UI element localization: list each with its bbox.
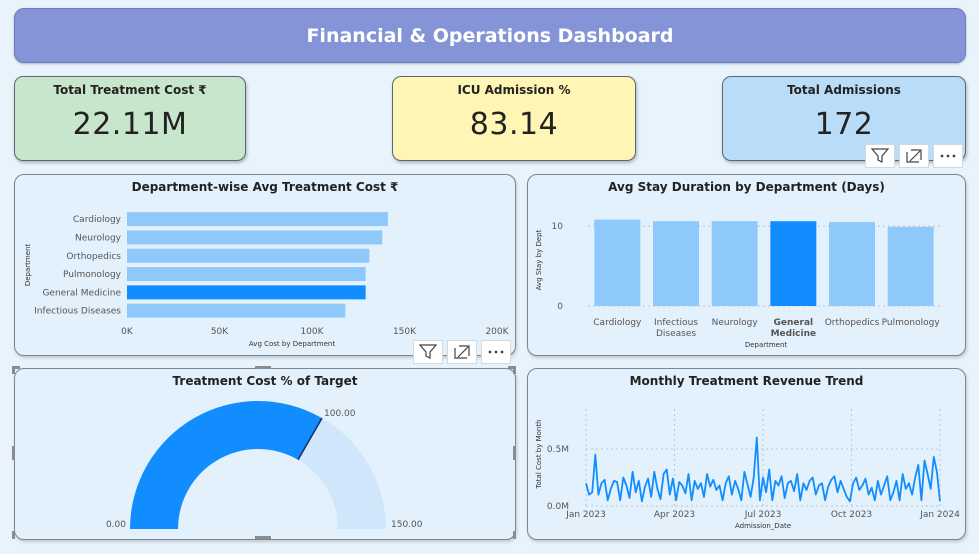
resize-handle[interactable] xyxy=(255,366,271,369)
x-tick-label: Infectious xyxy=(654,318,698,328)
bar xyxy=(127,267,366,282)
x-tick-label: Neurology xyxy=(712,318,759,328)
more-options-button[interactable] xyxy=(933,144,963,168)
bar xyxy=(127,285,366,300)
more-options-icon xyxy=(940,154,956,158)
filter-icon xyxy=(419,344,437,359)
avg-stay-chart[interactable]: Avg Stay Duration by Department (Days) 0… xyxy=(527,174,966,356)
focus-mode-button[interactable] xyxy=(899,144,929,168)
focus-mode-button[interactable] xyxy=(447,340,477,364)
resize-handle[interactable] xyxy=(12,366,15,374)
x-axis-label: Avg Cost by Department xyxy=(249,340,335,348)
more-options-button[interactable] xyxy=(481,340,511,364)
gauge-fill xyxy=(130,401,322,529)
x-tick-label: Jan 2023 xyxy=(565,510,606,520)
resize-handle[interactable] xyxy=(255,536,271,539)
hbar-svg: Cardiology Neurology Orthopedics Pulmonolog… xyxy=(24,212,510,348)
y-tick-label: General Medicine xyxy=(42,288,121,298)
resize-handle[interactable] xyxy=(513,446,516,460)
bar xyxy=(770,221,817,306)
bar xyxy=(127,212,388,227)
treatment-cost-gauge[interactable]: Treatment Cost % of Target 100.00 0.00 150… xyxy=(14,368,516,540)
x-tick-label: 0K xyxy=(121,327,134,337)
y-tick-label: Pulmonology xyxy=(63,270,122,280)
x-tick-label: 150K xyxy=(393,327,417,337)
more-options-icon xyxy=(488,350,504,354)
x-axis-label: Admission_Date xyxy=(735,522,791,530)
bar xyxy=(711,221,758,306)
gauge-target-label: 100.00 xyxy=(324,409,356,419)
filter-button[interactable] xyxy=(413,340,443,364)
resize-handle[interactable] xyxy=(12,446,15,460)
kpi-label: Total Admissions xyxy=(787,83,901,97)
x-tick-label: Orthopedics xyxy=(825,318,880,328)
filter-icon xyxy=(871,148,889,163)
visual-header-toolbar xyxy=(865,144,963,168)
x-tick-label: Medicine xyxy=(771,329,817,339)
x-tick-label: Jul 2023 xyxy=(744,510,782,520)
dept-avg-cost-chart[interactable]: Department-wise Avg Treatment Cost ₹ Car… xyxy=(14,174,516,356)
resize-handle[interactable] xyxy=(513,531,516,539)
resize-handle[interactable] xyxy=(513,366,516,374)
monthly-revenue-trend-chart[interactable]: Monthly Treatment Revenue Trend 0.0M 0.5M… xyxy=(527,368,966,540)
bar xyxy=(653,221,699,306)
x-tick-label: Pulmonology xyxy=(882,318,941,328)
focus-mode-icon xyxy=(454,345,470,359)
y-axis-label: Total Cost by Month xyxy=(535,419,543,489)
bar xyxy=(829,222,875,306)
kpi-value: 83.14 xyxy=(469,107,559,142)
x-axis-label: Department xyxy=(745,341,788,349)
y-tick-label: 10 xyxy=(552,222,564,232)
x-tick-label: 200K xyxy=(485,327,509,337)
bar xyxy=(127,303,346,318)
y-axis-label: Avg Stay by Dept xyxy=(535,229,543,290)
gauge-min-label: 0.00 xyxy=(106,520,126,530)
y-tick-label: Neurology xyxy=(75,233,122,243)
visual-header-toolbar xyxy=(413,340,511,364)
x-tick-label: Diseases xyxy=(656,329,696,339)
x-tick-label: Oct 2023 xyxy=(831,510,872,520)
x-tick-label: Apr 2023 xyxy=(654,510,695,520)
focus-mode-icon xyxy=(906,149,922,163)
x-tick-label: 100K xyxy=(300,327,324,337)
kpi-label: ICU Admission % xyxy=(457,83,571,97)
line-svg: 0.0M0.5MJan 2023 Apr 2023 Jul 2023 Oct 2023… xyxy=(535,409,960,530)
y-tick-label: Orthopedics xyxy=(66,252,121,262)
y-tick-label: 0 xyxy=(557,302,563,312)
y-tick-label: Infectious Diseases xyxy=(34,307,121,317)
y-tick-label: Cardiology xyxy=(73,215,122,225)
y-tick-label: 0.5M xyxy=(547,445,569,455)
gauge-max-label: 150.00 xyxy=(391,520,423,530)
dashboard-title: Financial & Operations Dashboard xyxy=(14,8,966,63)
resize-handle[interactable] xyxy=(12,531,15,539)
kpi-label: Total Treatment Cost ₹ xyxy=(53,83,207,97)
vbar-svg: 0 10 Cardiology InfectiousDiseases Neurology… xyxy=(535,219,941,349)
bar xyxy=(594,219,641,306)
x-tick-label: Jan 2024 xyxy=(919,510,960,520)
kpi-card-icu-admission[interactable]: ICU Admission % 83.14 xyxy=(392,76,636,161)
kpi-value: 172 xyxy=(814,107,874,142)
x-tick-label: Cardiology xyxy=(593,318,642,328)
filter-button[interactable] xyxy=(865,144,895,168)
gauge-svg: 100.00 0.00 150.00 xyxy=(106,401,423,530)
x-tick-label: General xyxy=(774,318,814,328)
y-axis-label: Department xyxy=(24,244,32,287)
bar xyxy=(127,248,370,263)
bar xyxy=(887,226,934,306)
bar xyxy=(127,230,383,245)
kpi-card-total-treatment-cost[interactable]: Total Treatment Cost ₹ 22.11M xyxy=(14,76,246,161)
x-tick-label: 50K xyxy=(211,327,229,337)
kpi-value: 22.11M xyxy=(72,107,188,142)
